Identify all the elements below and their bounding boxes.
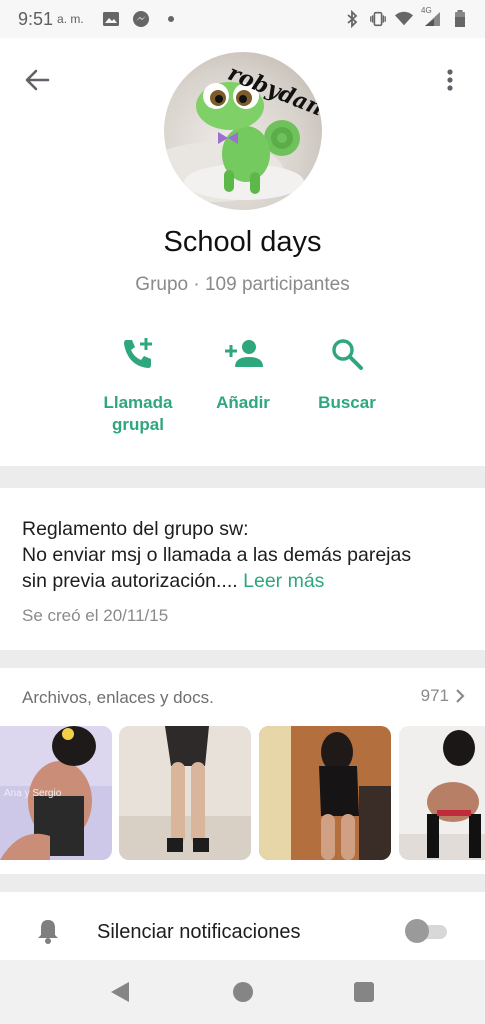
description-line-3: sin previa autorización.... [22, 570, 238, 592]
read-more-link[interactable]: Leer más [243, 570, 324, 592]
group-description: Reglamento del grupo sw: No enviar msj o… [0, 488, 485, 650]
mute-notifications-row[interactable]: Silenciar notificaciones [0, 892, 485, 960]
group-call-label-1: Llamada [103, 393, 173, 412]
description-line-2: No enviar msj o llamada a las demás pare… [22, 544, 412, 566]
back-button[interactable] [20, 63, 54, 97]
nav-back-icon[interactable] [109, 980, 131, 1004]
battery-icon [451, 10, 469, 28]
search-icon [332, 339, 363, 370]
add-call-icon [124, 338, 152, 368]
group-name: School days [163, 226, 322, 258]
media-section: Archivos, enlaces y docs. 971 Ana y Serg… [0, 668, 485, 874]
group-call-label-2: grupal [112, 415, 164, 434]
mute-toggle[interactable] [405, 919, 449, 943]
nav-home-icon[interactable] [233, 982, 253, 1002]
photo-image [119, 726, 251, 860]
media-thumbnail[interactable] [259, 726, 391, 860]
media-title[interactable]: Archivos, enlaces y docs. [22, 688, 214, 708]
signal-icon: 4G [421, 6, 443, 28]
media-count: 971 [420, 686, 449, 705]
more-vert-icon [447, 69, 453, 91]
description-line-1: Reglamento del grupo sw: [22, 518, 249, 540]
group-participants: Grupo · 109 participantes [135, 274, 350, 295]
group-call-button[interactable]: Llamada grupal [83, 334, 193, 436]
thumbnail-caption: Ana y Sergio [4, 788, 62, 799]
toggle-knob [405, 919, 429, 943]
network-label: 4G [421, 6, 432, 15]
arrow-back-icon [25, 69, 50, 91]
nav-recents-icon[interactable] [354, 982, 374, 1002]
group-avatar[interactable]: robydan [164, 52, 322, 210]
media-thumbnail[interactable]: Ana y Sergio [0, 726, 112, 860]
wifi-icon [395, 10, 413, 28]
media-thumbnails: Ana y Sergio [0, 726, 485, 860]
search-label: Buscar [318, 393, 376, 412]
add-participant-button[interactable]: Añadir [188, 334, 298, 414]
created-date: Se creó el 20/11/15 [22, 606, 169, 625]
chevron-right-icon [456, 689, 465, 703]
bell-icon [38, 920, 58, 944]
status-time: 9:51 [18, 8, 54, 29]
status-ampm: a. m. [57, 12, 84, 26]
vibrate-icon [369, 10, 387, 28]
media-thumbnail[interactable] [399, 726, 485, 860]
media-thumbnail[interactable] [119, 726, 251, 860]
photo-image [259, 726, 391, 860]
gallery-icon [102, 10, 120, 28]
bluetooth-icon [343, 10, 361, 28]
add-participant-label: Añadir [216, 393, 270, 412]
search-button[interactable]: Buscar [292, 334, 402, 414]
status-bar: 9:51 a. m. 4G [0, 0, 485, 38]
messenger-icon [132, 10, 150, 28]
dot-icon [162, 10, 180, 28]
description-text: Reglamento del grupo sw: No enviar msj o… [22, 516, 462, 594]
add-person-icon [225, 340, 263, 367]
group-header: robydan School days Grupo · 109 particip… [0, 38, 485, 466]
photo-image [399, 726, 485, 860]
action-row: Llamada grupal Añadir Buscar [0, 334, 485, 444]
mute-label: Silenciar notificaciones [97, 921, 301, 943]
more-options-button[interactable] [433, 63, 467, 97]
system-nav-bar [0, 960, 485, 1024]
media-count-link[interactable]: 971 [421, 686, 465, 706]
